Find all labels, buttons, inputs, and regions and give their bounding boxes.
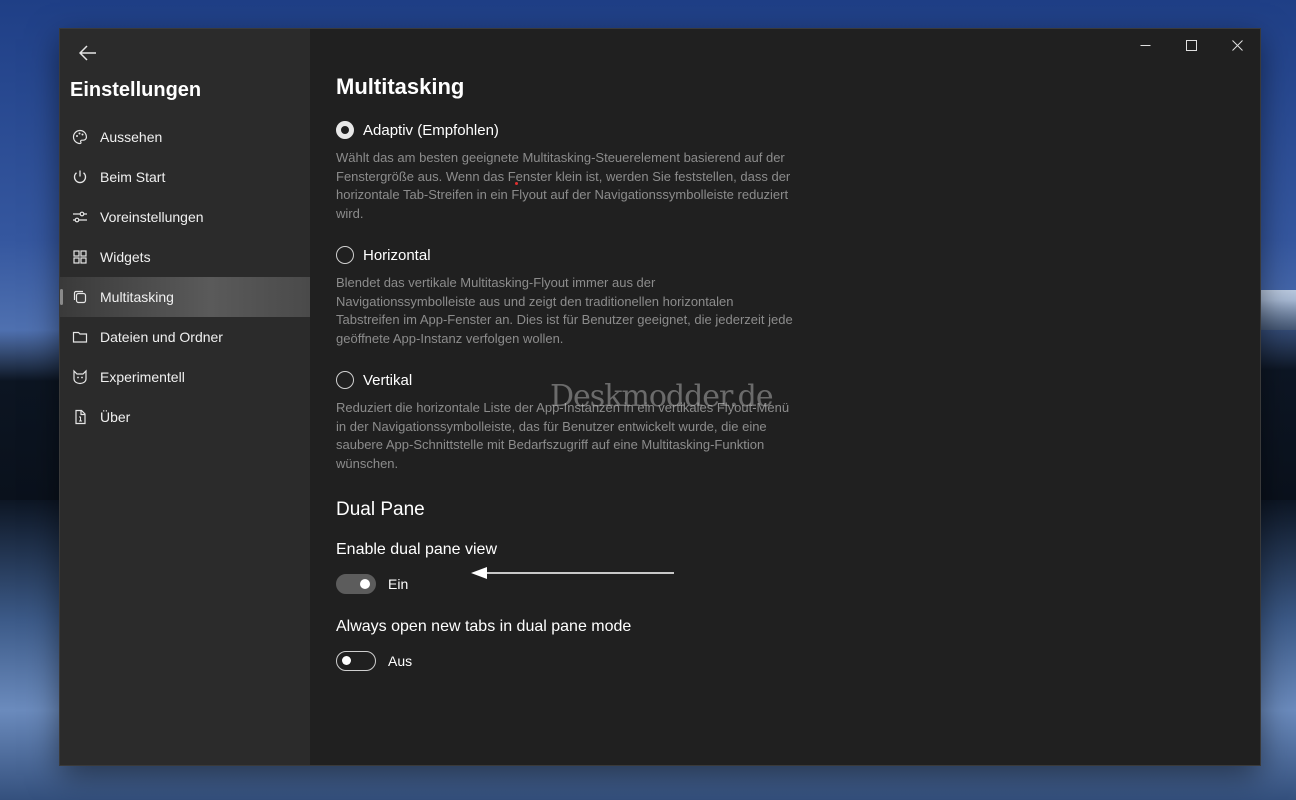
back-arrow-icon: [79, 45, 96, 61]
radio-label: Adaptiv (Empfohlen): [363, 121, 499, 139]
sidebar-item-aussehen[interactable]: Aussehen: [60, 117, 310, 157]
radio-horizontal[interactable]: Horizontal: [336, 246, 431, 264]
toggle-row-enable-dual-pane: Ein: [336, 574, 408, 594]
setting-label-always-dual-pane: Always open new tabs in dual pane mode: [336, 618, 632, 635]
radio-label: Horizontal: [363, 246, 431, 264]
radio-button[interactable]: [336, 371, 354, 389]
section-title-dual-pane: Dual Pane: [336, 499, 425, 520]
toggle-state-text: Ein: [388, 576, 409, 592]
page-title: Multitasking: [336, 74, 465, 99]
settings-window: Einstellungen Aussehen Beim Start Vorein…: [60, 29, 1260, 765]
sidebar-item-voreinstellungen[interactable]: Voreinstellungen: [60, 197, 310, 237]
folder-icon: [72, 329, 88, 345]
sidebar-item-label: Dateien und Ordner: [100, 329, 223, 345]
settings-content: Multitasking Adaptiv (Empfohlen) Wählt d…: [336, 29, 1260, 765]
sidebar-item-label: Aussehen: [100, 129, 163, 145]
toggle-state-text: Aus: [388, 653, 413, 669]
sidebar-item-widgets[interactable]: Widgets: [60, 237, 310, 277]
radio-label: Vertikal: [363, 371, 413, 389]
cat-icon: [72, 369, 88, 385]
radio-button[interactable]: [336, 246, 354, 264]
multitasking-icon: [72, 289, 88, 305]
option-description: Blendet das vertikale Multitasking-Flyou…: [336, 275, 793, 346]
radio-vertikal[interactable]: Vertikal: [336, 371, 412, 389]
sidebar-item-label: Experimentell: [100, 369, 185, 385]
option-description: Wählt das am besten geeignete Multitaski…: [336, 150, 791, 221]
sidebar-item-label: Beim Start: [100, 169, 166, 185]
enable-dual-pane-toggle[interactable]: [336, 574, 376, 594]
widgets-icon: [72, 249, 88, 265]
sidebar-item-beim-start[interactable]: Beim Start: [60, 157, 310, 197]
sidebar-item-experimentell[interactable]: Experimentell: [60, 357, 310, 397]
sidebar-item-label: Multitasking: [100, 289, 174, 305]
back-button[interactable]: [68, 37, 108, 69]
desktop-trees-right: [1260, 300, 1296, 500]
always-dual-pane-toggle[interactable]: [336, 651, 376, 671]
sidebar-nav: Aussehen Beim Start Voreinstellungen Wid…: [60, 117, 310, 437]
sidebar-item-multitasking[interactable]: Multitasking: [60, 277, 310, 317]
desktop-trees-left: [0, 330, 60, 500]
setting-label-enable-dual-pane: Enable dual pane view: [336, 541, 498, 558]
sliders-icon: [72, 209, 88, 225]
sidebar-item-label: Über: [100, 409, 131, 425]
info-icon: [72, 409, 88, 425]
sidebar-item-dateien-und-ordner[interactable]: Dateien und Ordner: [60, 317, 310, 357]
palette-icon: [72, 129, 88, 145]
watermark: Deskmodder.de: [550, 379, 774, 414]
radio-adaptiv[interactable]: Adaptiv (Empfohlen): [336, 121, 499, 139]
sidebar: Einstellungen Aussehen Beim Start Vorein…: [60, 29, 310, 765]
power-icon: [72, 169, 88, 185]
sidebar-item-label: Voreinstellungen: [100, 209, 204, 225]
toggle-row-always-dual-pane: Aus: [336, 651, 412, 671]
annotation-arrow-icon: [471, 567, 674, 579]
sidebar-title: Einstellungen: [70, 79, 202, 101]
radio-button-checked[interactable]: [336, 121, 354, 139]
sidebar-item-label: Widgets: [100, 249, 151, 265]
sidebar-item-ueber[interactable]: Über: [60, 397, 310, 437]
red-dot-artifact: [515, 182, 518, 185]
